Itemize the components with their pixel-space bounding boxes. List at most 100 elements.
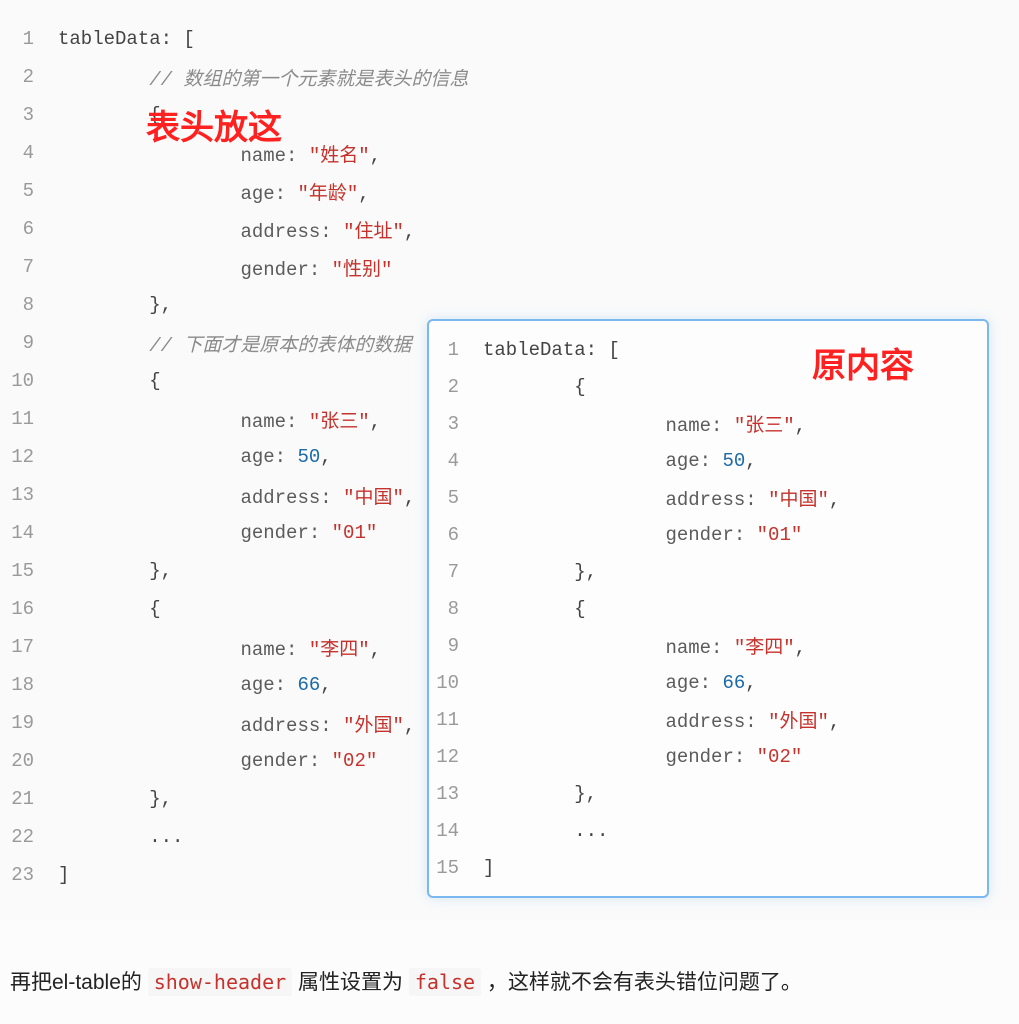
line-number: 13 — [435, 783, 483, 805]
code-content: // 下面才是原本的表体的数据 — [58, 330, 411, 357]
line-number: 5 — [435, 487, 483, 509]
code-content: age: "年龄", — [58, 178, 370, 205]
line-number: 12 — [435, 746, 483, 768]
code-content: ... — [58, 826, 183, 848]
line-number: 14 — [435, 820, 483, 842]
code-content: age: 66, — [58, 674, 332, 696]
code-content: age: 50, — [483, 450, 757, 472]
code-line: 5 age: "年龄", — [10, 172, 1009, 210]
code-content: { — [58, 598, 161, 620]
code-content: { — [483, 376, 586, 398]
inset-code-block: 1tableData: [2 {3 name: "张三",4 age: 50,5… — [427, 319, 989, 898]
code-line: 7 gender: "性别" — [10, 248, 1009, 286]
code-content: ... — [483, 820, 608, 842]
line-number: 15 — [10, 560, 58, 582]
code-content: name: "张三", — [58, 406, 381, 433]
code-content: { — [483, 598, 586, 620]
main-code-block: 1tableData: [2 // 数组的第一个元素就是表头的信息3 {4 na… — [0, 0, 1019, 920]
line-number: 13 — [10, 484, 58, 506]
line-number: 14 — [10, 522, 58, 544]
code-content: name: "李四", — [483, 632, 806, 659]
line-number: 17 — [10, 636, 58, 658]
line-number: 9 — [435, 635, 483, 657]
code-content: ] — [483, 857, 494, 879]
code-content: tableData: [ — [58, 28, 195, 50]
code-line: 8 { — [435, 590, 981, 627]
code-line: 7 }, — [435, 553, 981, 590]
line-number: 23 — [10, 864, 58, 886]
code-content: }, — [483, 561, 597, 583]
code-content: { — [58, 370, 161, 392]
line-number: 2 — [435, 376, 483, 398]
line-number: 1 — [10, 28, 58, 50]
code-line: 11 address: "外国", — [435, 701, 981, 738]
inline-code-show-header: show-header — [148, 968, 292, 996]
code-line: 13 }, — [435, 775, 981, 812]
line-number: 8 — [10, 294, 58, 316]
line-number: 8 — [435, 598, 483, 620]
code-content: tableData: [ — [483, 339, 620, 361]
code-content: // 数组的第一个元素就是表头的信息 — [58, 64, 468, 91]
code-content: gender: "02" — [58, 750, 377, 772]
footer-explanation: 再把el-table的 show-header 属性设置为 false ，这样就… — [10, 966, 802, 996]
code-line: 14 ... — [435, 812, 981, 849]
code-line: 4 age: 50, — [435, 442, 981, 479]
line-number: 15 — [435, 857, 483, 879]
line-number: 5 — [10, 180, 58, 202]
line-number: 4 — [435, 450, 483, 472]
footer-text-1: 再把el-table的 — [10, 971, 148, 994]
line-number: 11 — [435, 709, 483, 731]
line-number: 6 — [435, 524, 483, 546]
code-line: 6 gender: "01" — [435, 516, 981, 553]
code-line: 12 gender: "02" — [435, 738, 981, 775]
code-content: age: 66, — [483, 672, 757, 694]
code-content: address: "中国", — [483, 484, 840, 511]
code-line: 1tableData: [ — [10, 20, 1009, 58]
code-content: name: "李四", — [58, 634, 381, 661]
code-content: }, — [58, 560, 172, 582]
line-number: 21 — [10, 788, 58, 810]
code-content: }, — [483, 783, 597, 805]
code-line: 9 name: "李四", — [435, 627, 981, 664]
line-number: 11 — [10, 408, 58, 430]
code-line: 6 address: "住址", — [10, 210, 1009, 248]
line-number: 18 — [10, 674, 58, 696]
code-content: gender: "01" — [58, 522, 377, 544]
line-number: 20 — [10, 750, 58, 772]
code-content: name: "张三", — [483, 410, 806, 437]
code-line: 5 address: "中国", — [435, 479, 981, 516]
line-number: 19 — [10, 712, 58, 734]
annotation-header-here: 表头放这 — [146, 100, 282, 149]
code-content: gender: "01" — [483, 524, 802, 546]
code-content: }, — [58, 294, 172, 316]
footer-text-2: 属性设置为 — [298, 971, 409, 994]
line-number: 12 — [10, 446, 58, 468]
line-number: 7 — [10, 256, 58, 278]
line-number: 2 — [10, 66, 58, 88]
line-number: 10 — [435, 672, 483, 694]
code-content: address: "住址", — [58, 216, 415, 243]
line-number: 4 — [10, 142, 58, 164]
code-content: ] — [58, 864, 69, 886]
code-content: address: "外国", — [58, 710, 415, 737]
line-number: 22 — [10, 826, 58, 848]
line-number: 3 — [435, 413, 483, 435]
code-line: 2 // 数组的第一个元素就是表头的信息 — [10, 58, 1009, 96]
line-number: 6 — [10, 218, 58, 240]
inline-code-false: false — [409, 968, 481, 996]
line-number: 10 — [10, 370, 58, 392]
code-content: address: "外国", — [483, 706, 840, 733]
annotation-original-content: 原内容 — [812, 338, 914, 387]
code-line: 3 name: "张三", — [435, 405, 981, 442]
code-content: age: 50, — [58, 446, 332, 468]
line-number: 1 — [435, 339, 483, 361]
line-number: 16 — [10, 598, 58, 620]
line-number: 3 — [10, 104, 58, 126]
code-line: 15] — [435, 849, 981, 886]
code-line: 10 age: 66, — [435, 664, 981, 701]
code-content: }, — [58, 788, 172, 810]
line-number: 9 — [10, 332, 58, 354]
code-content: gender: "性别" — [58, 254, 392, 281]
footer-text-3: ，这样就不会有表头错位问题了。 — [487, 971, 802, 994]
code-content: address: "中国", — [58, 482, 415, 509]
